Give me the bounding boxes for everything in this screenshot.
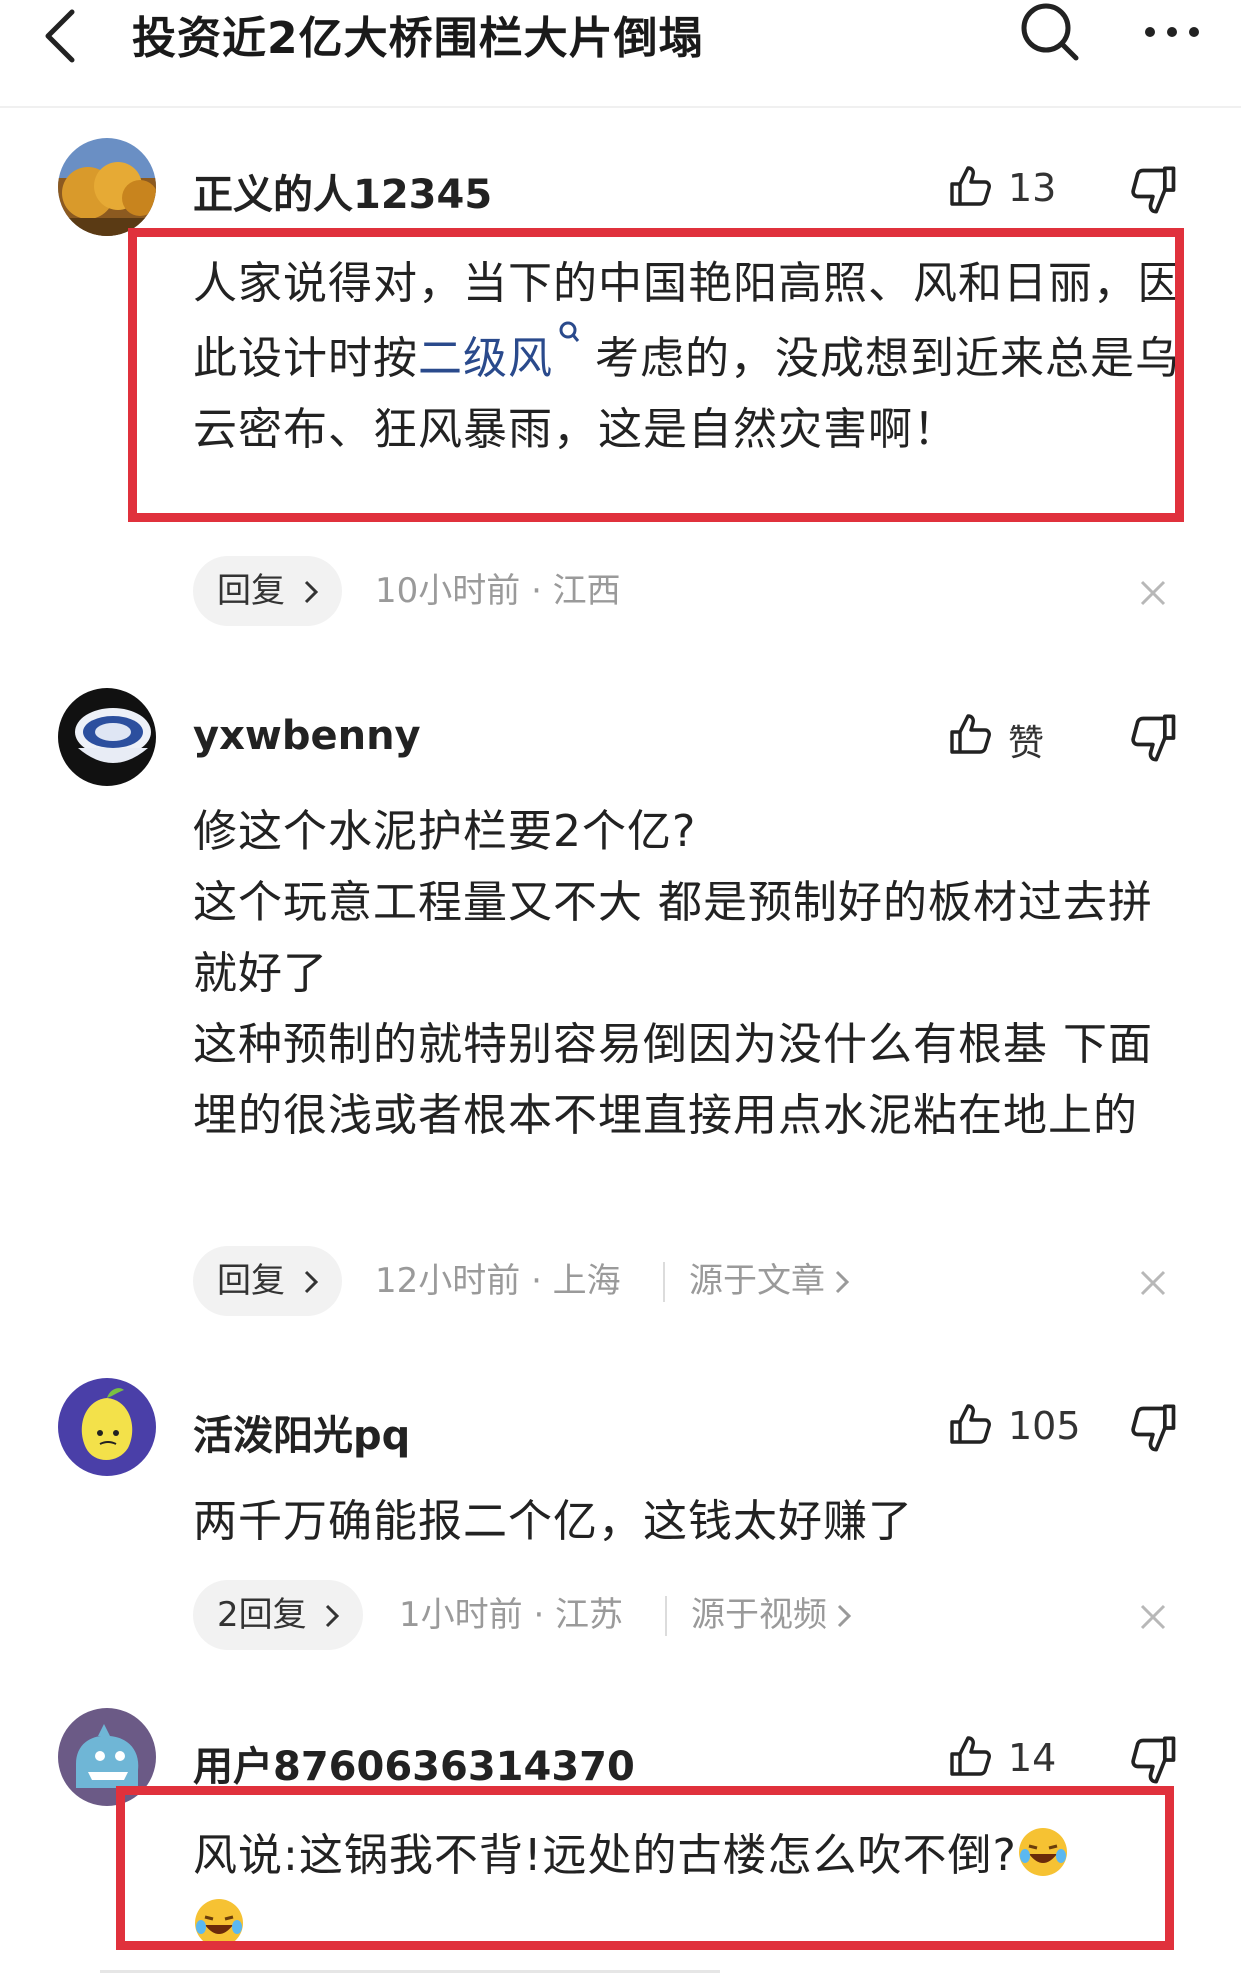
thumbs-down-icon[interactable] — [1130, 1734, 1178, 1786]
back-icon[interactable] — [38, 6, 88, 66]
like-count: 105 — [1008, 1404, 1081, 1448]
divider — [663, 1262, 665, 1302]
username[interactable]: 正义的人12345 — [193, 162, 492, 220]
close-icon[interactable] — [1138, 578, 1168, 608]
page-title: 投资近2亿大桥围栏大片倒塌 — [132, 13, 704, 64]
reply-button[interactable]: 回复 — [193, 556, 342, 626]
comment-text: 修这个水泥护栏要2个亿? 这个玩意工程量又不大 都是预制好的板材过去拼就好了 这… — [193, 806, 1153, 1141]
username[interactable]: yxwbenny — [193, 713, 421, 759]
username[interactable]: 用户8760636314370 — [193, 1734, 635, 1792]
reply-button[interactable]: 2回复 — [193, 1580, 364, 1650]
thumbs-down-icon[interactable] — [1130, 1402, 1178, 1454]
thumbs-down-icon[interactable] — [1130, 164, 1178, 216]
chevron-right-icon — [304, 580, 318, 604]
thumbs-up-icon — [950, 1736, 991, 1776]
thumbs-up-icon — [950, 166, 991, 206]
source-link[interactable]: 源于文章 — [689, 1246, 851, 1316]
like-count: 14 — [1008, 1736, 1057, 1780]
bottom-divider — [100, 1970, 720, 1973]
highlight-box — [116, 1786, 1174, 1950]
like-count: 13 — [1008, 166, 1057, 210]
like-button[interactable]: 赞 — [948, 706, 1098, 764]
source-link[interactable]: 源于视频 — [691, 1580, 853, 1650]
search-icon[interactable] — [1018, 2, 1082, 66]
highlight-box — [128, 228, 1184, 522]
chevron-right-icon — [837, 1604, 852, 1628]
like-button[interactable]: 13 — [948, 158, 1098, 214]
thumbs-down-icon[interactable] — [1130, 712, 1178, 764]
close-icon[interactable] — [1138, 1268, 1168, 1298]
chevron-right-icon — [304, 1270, 318, 1294]
close-icon[interactable] — [1138, 1602, 1168, 1632]
more-icon[interactable] — [1140, 10, 1204, 50]
avatar[interactable] — [58, 688, 156, 786]
like-button[interactable]: 105 — [948, 1396, 1098, 1452]
avatar[interactable] — [58, 138, 156, 236]
like-button[interactable]: 14 — [948, 1728, 1098, 1784]
top-bar: 投资近2亿大桥围栏大片倒塌 — [0, 0, 1241, 108]
time-location: 10小时前 · 江西 — [375, 571, 621, 611]
chevron-right-icon — [835, 1270, 850, 1294]
chevron-right-icon — [326, 1604, 340, 1628]
avatar[interactable] — [58, 1378, 156, 1476]
username[interactable]: 活泼阳光pq — [193, 1403, 410, 1461]
divider — [665, 1596, 667, 1636]
reply-button[interactable]: 回复 — [193, 1246, 342, 1316]
thumbs-up-icon — [950, 714, 991, 754]
time-location: 1小时前 · 江苏 — [399, 1595, 624, 1635]
like-count: 赞 — [1008, 723, 1045, 764]
comment-text: 两千万确能报二个亿，这钱太好赚了 — [193, 1496, 913, 1547]
time-location: 12小时前 · 上海 — [375, 1261, 621, 1301]
thumbs-up-icon — [950, 1404, 991, 1444]
